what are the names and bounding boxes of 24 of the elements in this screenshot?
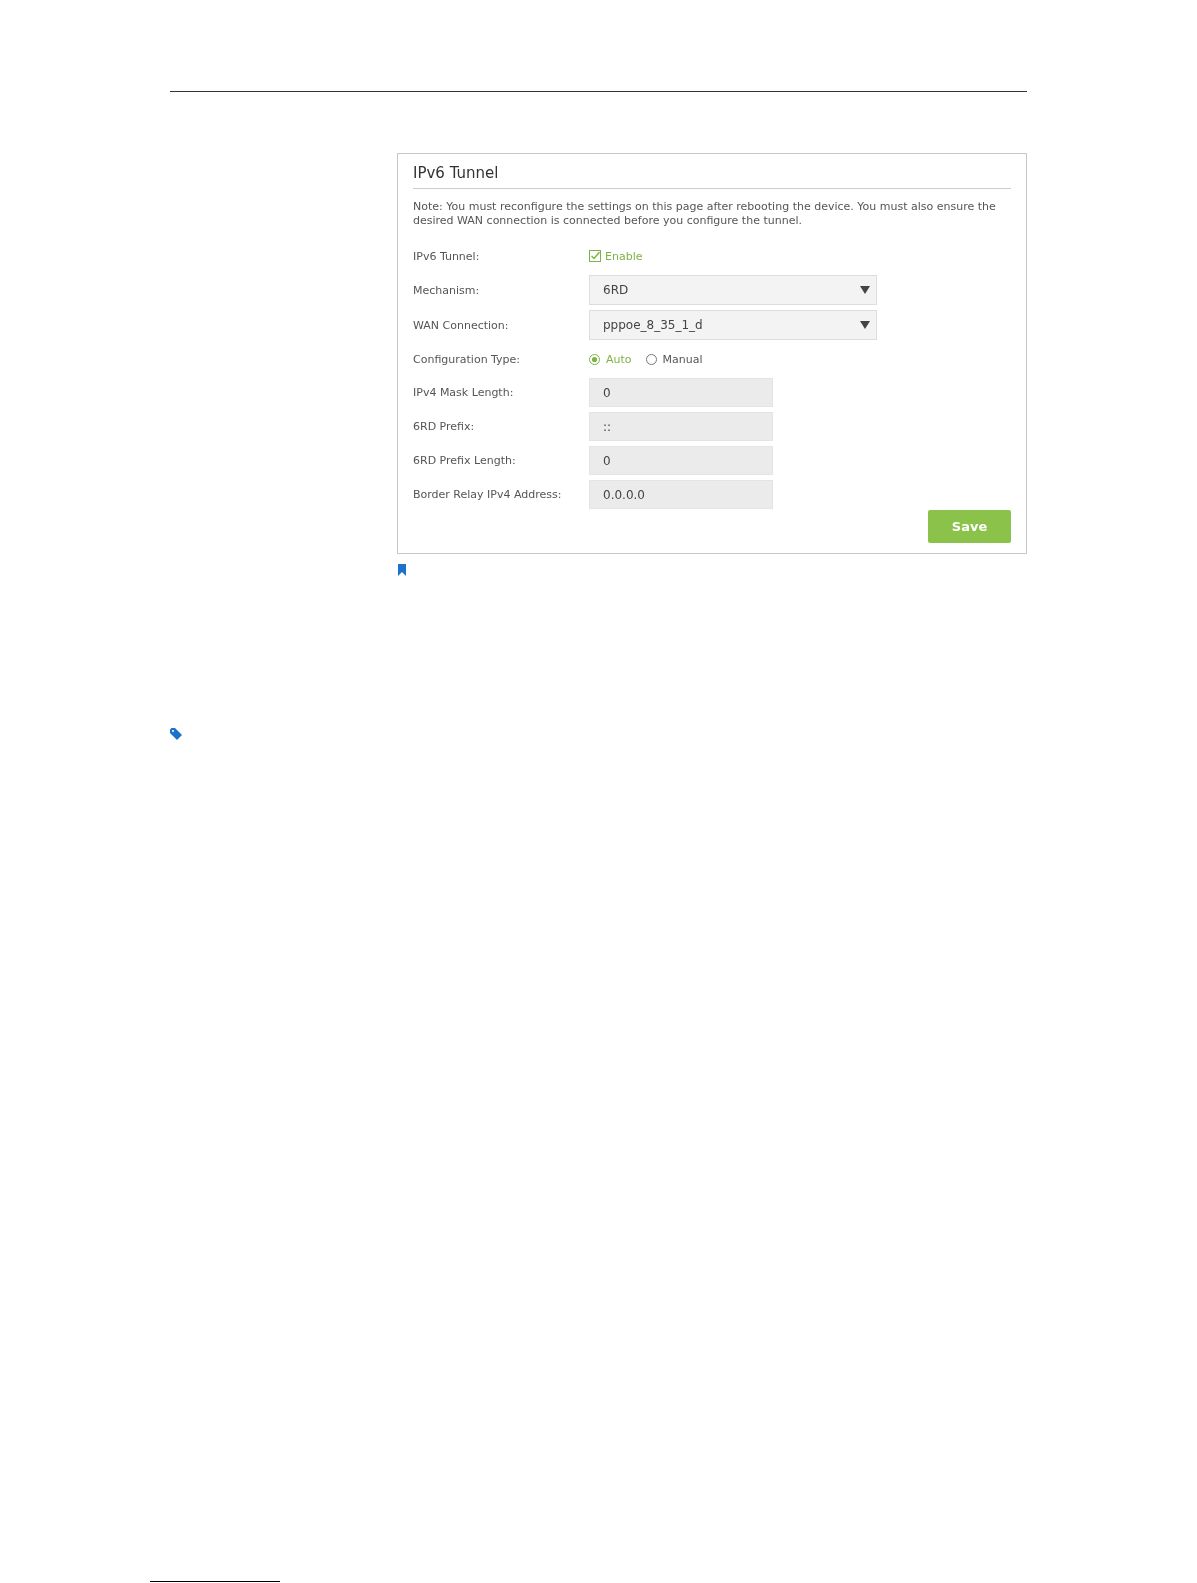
radio-icon xyxy=(589,353,600,365)
note-text: Note: You must reconfigure the settings on this page after rebooting the device. You must also ensure the desired WAN connection is connected before you configure the tunnel. xyxy=(413,200,997,228)
dropdown-arrow-icon xyxy=(860,321,870,329)
input-field[interactable]: 0 xyxy=(589,446,773,475)
field-label: IPv6 Tunnel: xyxy=(413,249,481,263)
input-field[interactable]: :: xyxy=(589,412,773,441)
field-label: IPv4 Mask Length: xyxy=(413,386,515,399)
dropdown-arrow-icon xyxy=(860,286,870,294)
field-label: Mechanism: xyxy=(413,283,481,297)
checkbox-icon xyxy=(589,250,601,262)
radio-option[interactable]: Manual xyxy=(645,352,703,366)
field-label: Configuration Type: xyxy=(413,352,522,366)
panel-title: IPv6 Tunnel xyxy=(413,164,1011,189)
input-field[interactable]: 0 xyxy=(589,378,773,407)
radio-icon xyxy=(645,353,657,365)
bookmark-icon xyxy=(398,564,406,576)
field-label: Border Relay IPv4 Address: xyxy=(413,488,563,501)
select-field[interactable]: 6RD xyxy=(589,275,877,305)
select-field[interactable]: pppoe_8_35_1_d xyxy=(589,310,877,340)
field-label: 6RD Prefix Length: xyxy=(413,454,517,467)
field-label: 6RD Prefix: xyxy=(413,420,476,433)
input-field[interactable]: 0.0.0.0 xyxy=(589,480,773,509)
field-label: WAN Connection: xyxy=(413,318,510,332)
tag-icon xyxy=(170,728,182,740)
